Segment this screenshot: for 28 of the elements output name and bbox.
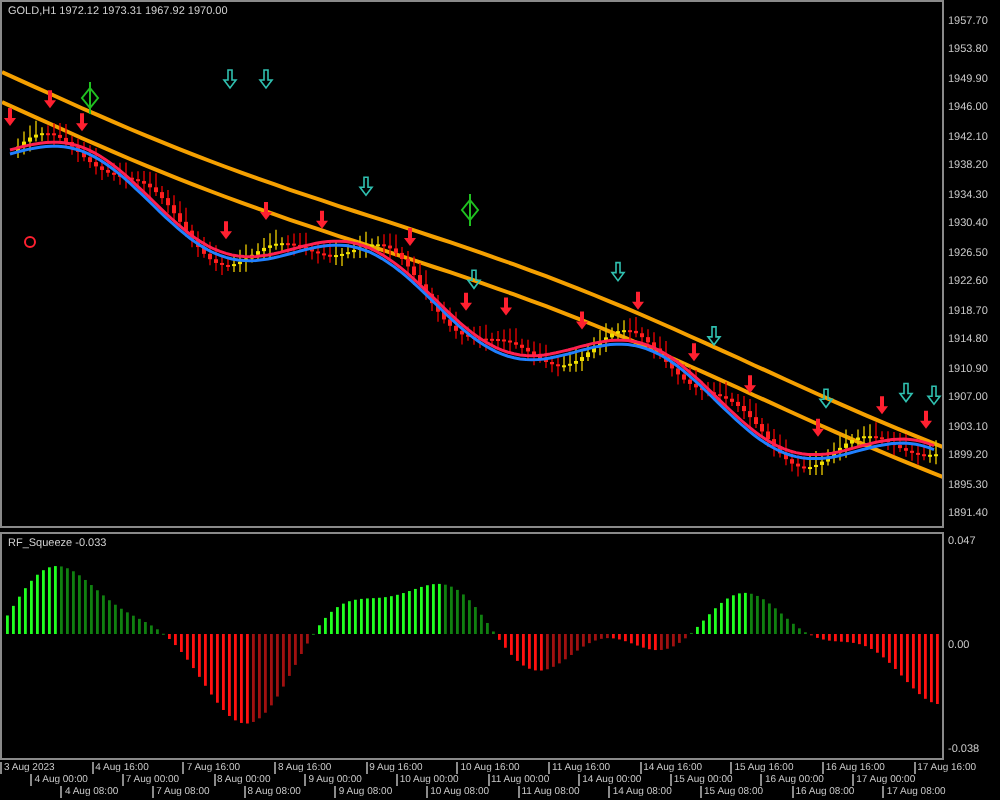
down-arrow-icon [76, 113, 88, 132]
outline-arrow-icon [898, 382, 914, 403]
down-arrow-icon [404, 228, 416, 247]
down-arrow-icon [920, 410, 932, 429]
down-arrow-icon [500, 297, 512, 316]
down-arrow-icon [220, 221, 232, 240]
outline-arrow-icon [258, 69, 274, 90]
down-arrow-icon [688, 343, 700, 362]
down-arrow-icon [744, 375, 756, 394]
down-arrow-icon [460, 292, 472, 311]
circle-icon [24, 236, 36, 248]
down-arrow-icon [260, 202, 272, 221]
down-arrow-icon [576, 311, 588, 330]
outline-arrow-icon [466, 269, 482, 290]
outline-arrow-icon [706, 326, 722, 347]
outline-arrow-icon [358, 176, 374, 197]
diamond-icon [461, 193, 480, 227]
down-arrow-icon [44, 90, 56, 109]
diamond-icon [81, 81, 100, 115]
outline-arrow-icon [926, 385, 942, 406]
outline-arrow-icon [818, 388, 834, 409]
down-arrow-icon [4, 108, 16, 126]
down-arrow-icon [316, 210, 328, 229]
down-arrow-icon [632, 291, 644, 310]
outline-arrow-icon [610, 261, 626, 282]
down-arrow-icon [876, 396, 888, 415]
down-arrow-icon [812, 418, 824, 437]
outline-arrow-icon [222, 69, 238, 90]
